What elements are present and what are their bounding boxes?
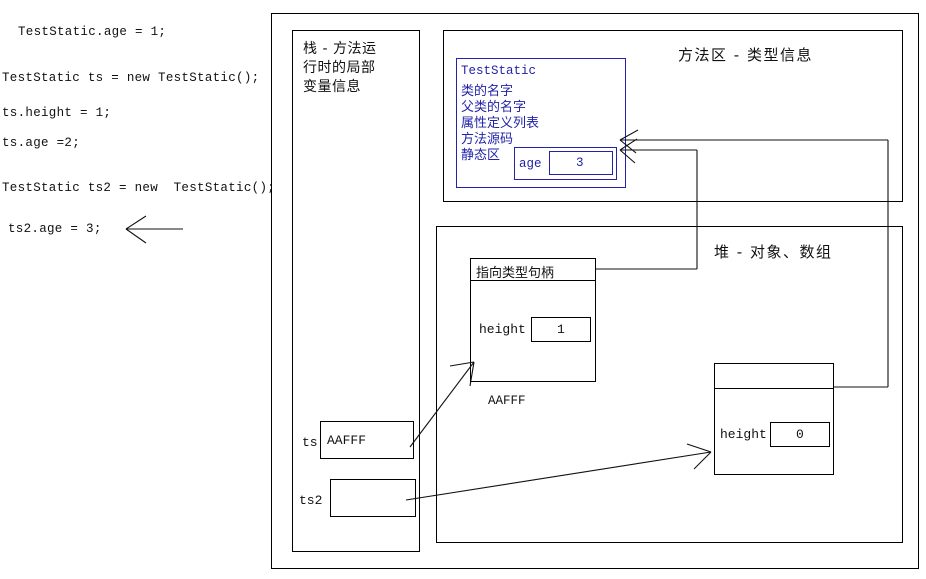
code-line-6: ts2.age = 3; <box>8 222 102 236</box>
stack-region-title: 栈 - 方法运 行时的局部 变量信息 <box>303 41 377 95</box>
class-info-line-1: TestStatic <box>461 64 537 78</box>
stack-var-ts-name: ts <box>302 435 318 450</box>
code-line-1: TestStatic.age = 1; <box>18 25 167 39</box>
heap-object-1-field-name: height <box>479 322 526 337</box>
static-field-name: age <box>519 157 542 171</box>
heap-object-1-address: AAFFF <box>488 394 526 408</box>
heap-object-2-handle-box <box>714 363 834 389</box>
code-panel: TestStatic.age = 1; TestStatic ts = new … <box>0 0 275 579</box>
code-line-4: ts.age =2; <box>2 136 81 150</box>
stack-var-ts2-name: ts2 <box>299 493 323 508</box>
code-line-3: ts.height = 1; <box>2 106 112 120</box>
stack-var-ts-value: AAFFF <box>327 433 367 448</box>
heap-object-2-field-name: height <box>720 427 767 442</box>
code-line-5: TestStatic ts2 = new TestStatic(); <box>2 181 276 195</box>
heap-object-2-field-value: 0 <box>796 427 804 442</box>
method-area-title: 方法区 - 类型信息 <box>678 46 813 64</box>
stack-var-ts2-slot <box>330 479 416 517</box>
heap-region-title: 堆 - 对象、数组 <box>714 243 833 261</box>
code-line-2: TestStatic ts = new TestStatic(); <box>2 71 260 85</box>
heap-object-1-field-value: 1 <box>557 322 565 337</box>
class-info-line-6: 静态区 <box>461 148 501 163</box>
static-field-value: 3 <box>576 156 584 170</box>
diagram-root: TestStatic.age = 1; TestStatic ts = new … <box>0 0 926 579</box>
heap-object-1-handle-label: 指向类型句柄 <box>476 266 555 281</box>
stack-region <box>292 30 420 552</box>
